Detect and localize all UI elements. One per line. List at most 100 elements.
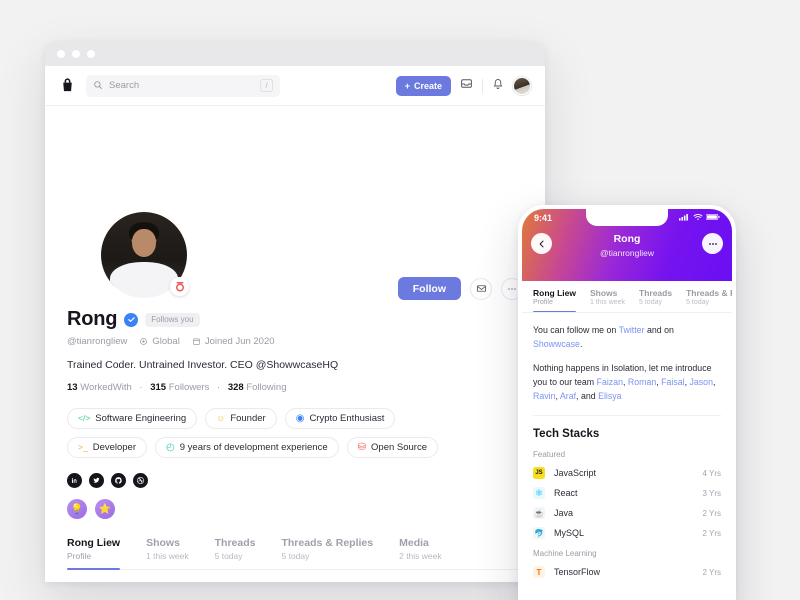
search-placeholder: Search [109,80,140,91]
plus-icon: + [404,80,410,91]
inbox-icon[interactable] [460,77,473,95]
tech-item-java[interactable]: ☕ Java 2 Yrs [533,507,721,520]
following-label: Following [246,382,287,393]
bio-text: You can follow me on [533,325,619,335]
tag-software-engineering[interactable]: </> Software Engineering [67,408,198,429]
followers-count: 315 [150,382,167,393]
create-button-label: Create [413,80,442,91]
tech-years: 2 Yrs [702,528,721,538]
profile-location-label: Global [152,336,180,347]
linkedin-icon[interactable] [67,473,82,488]
phone-tab-threads[interactable]: Threads 5 today [639,288,672,312]
desktop-browser-window: Search / + Create Follow Rong Follows yo… [45,42,545,582]
tech-years: 4 Yrs [702,468,721,478]
bell-icon[interactable] [492,77,504,95]
tag-label: Open Source [371,442,427,453]
tab-sublabel: 1 this week [146,551,189,561]
chevron-left-icon[interactable] [531,233,552,254]
showwcase-bag-logo-icon[interactable] [59,77,76,94]
phone-notch [586,209,668,226]
tab-label: Threads & Repl [686,288,732,298]
tab-sublabel: Profile [533,299,553,306]
tab-sublabel: Profile [67,551,92,561]
tech-years: 3 Yrs [702,488,721,498]
phone-tab-threads-and-replies[interactable]: Threads & Repl 5 today [686,288,732,312]
more-horizontal-icon[interactable] [702,233,723,254]
tab-threads-and-replies[interactable]: Threads & Replies 5 today [281,537,373,569]
profile-stats: 13 WorkedWith · 315 Followers · 328 Foll… [67,382,523,393]
profile-bio: Trained Coder. Untrained Investor. CEO @… [67,359,339,371]
tab-sublabel: 5 today [686,299,710,306]
tab-rong-liew[interactable]: Rong Liew Profile [67,537,121,570]
following-count: 328 [227,382,244,393]
window-dot-close[interactable] [57,50,65,58]
idea-badge-icon[interactable]: 💡 [67,499,87,519]
search-icon [93,77,103,95]
tab-label: Media [399,537,429,549]
tag-founder[interactable]: ☼ Founder [205,408,277,429]
profile-avatar[interactable] [97,208,191,302]
profile-joined-label: Joined Jun 2020 [204,336,275,347]
phone-bio-paragraph-2: Nothing happens in Isolation, let me int… [533,363,716,401]
window-dot-maximize[interactable] [87,50,95,58]
tech-name: Java [554,508,574,519]
profile-location: Global [139,336,180,347]
location-pin-icon [140,338,148,345]
search-input[interactable]: Search / [86,74,280,97]
avatar-shirt [109,261,179,298]
tag-label: 9 years of development experience [179,442,328,453]
tag-developer[interactable]: >_ Developer [67,437,148,458]
tag-years-experience[interactable]: ◴ 9 years of development experience [155,437,339,458]
team-mention-faizan[interactable]: Faizan [597,377,623,387]
star-badge-icon[interactable]: ⭐ [95,499,115,519]
tag-crypto-enthusiast[interactable]: ◉ Crypto Enthusiast [284,408,396,429]
team-mention-araf[interactable]: Araf [560,391,576,401]
code-brackets-icon: </> [78,413,91,424]
tag-label: Founder [230,413,266,424]
tag-open-source[interactable]: ⛁ Open Source [346,437,438,458]
mobile-phone-mockup: 9:41 Rong @tianrongliew Rong Liew Profil… [518,205,736,600]
team-mention-roman[interactable]: Roman [628,377,656,387]
phone-tab-rong-liew[interactable]: Rong Liew Profile [533,288,576,312]
topbar-avatar[interactable] [513,76,531,95]
tab-sublabel: 5 today [281,551,310,561]
team-mention-elisya[interactable]: Elisya [598,391,621,401]
tag-label: Crypto Enthusiast [309,413,385,424]
tab-label: Threads [639,288,673,298]
phone-tab-shows[interactable]: Shows 1 this week [590,288,625,312]
dribbble-icon[interactable] [133,473,148,488]
team-mention-jason[interactable]: Jason [689,377,712,387]
lightbulb-icon: ☼ [216,412,226,424]
follow-button[interactable]: Follow [397,277,461,300]
tab-shows[interactable]: Shows 1 this week [146,537,189,569]
tab-media[interactable]: Media 2 this week [399,537,442,569]
bio-text: . [579,338,583,349]
github-icon[interactable] [111,473,126,488]
tech-item-react[interactable]: ⚛ React 3 Yrs [533,487,721,500]
tab-sublabel: 2 this week [399,551,442,561]
envelope-icon[interactable] [470,277,492,300]
team-mention-faisal[interactable]: Faisal [661,377,684,387]
showwcase-link[interactable]: Showwcase [533,339,580,349]
twitter-icon[interactable] [89,473,104,488]
tech-item-javascript[interactable]: JS JavaScript 4 Yrs [533,467,721,480]
twitter-link[interactable]: Twitter [619,325,645,335]
tab-sublabel: 5 today [639,299,662,306]
tab-threads[interactable]: Threads 5 today [215,537,256,569]
create-button[interactable]: + Create [395,75,451,96]
javascript-icon: JS [533,467,545,480]
window-dot-minimize[interactable] [72,50,80,58]
followers-label: Followers [168,382,210,393]
coin-icon: ◉ [295,412,305,424]
workedwith-count: 13 [67,382,78,393]
team-mention-ravin[interactable]: Ravin [533,391,556,401]
social-links [67,473,523,488]
page-title: Rong [67,308,118,330]
content-divider [533,415,721,417]
status-indicators [679,213,720,223]
topbar-divider [482,78,483,93]
battery-icon [705,213,720,223]
tab-label: Shows [589,288,618,298]
tech-item-tensorflow[interactable]: T TensorFlow 2 Yrs [533,566,721,579]
tech-item-mysql[interactable]: 🐬 MySQL 2 Yrs [533,527,721,540]
